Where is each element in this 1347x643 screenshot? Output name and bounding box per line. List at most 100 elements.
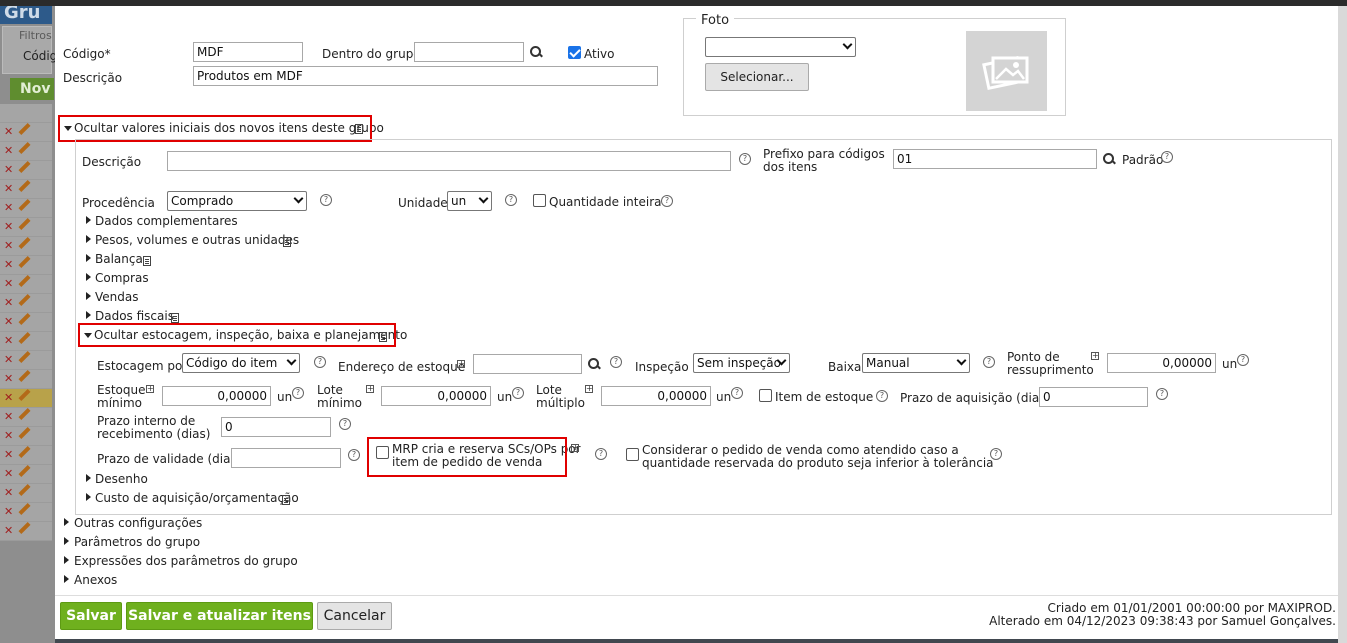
expand-icon[interactable]: +	[1091, 352, 1099, 360]
help-icon[interactable]: ?	[512, 387, 524, 399]
prefixo-input[interactable]	[893, 149, 1097, 169]
help-icon[interactable]: ?	[292, 387, 304, 399]
image-icon	[982, 55, 1029, 91]
inspecao-select[interactable]: Sem inspeção	[693, 353, 790, 373]
help-icon[interactable]: ?	[990, 448, 1002, 460]
highlight-box	[78, 323, 396, 347]
highlight-box	[367, 437, 567, 477]
help-icon[interactable]: ?	[339, 418, 351, 430]
dentro-grupo-label: Dentro do grupo	[322, 47, 421, 61]
foto-select[interactable]	[705, 37, 856, 57]
descricao-input[interactable]	[193, 66, 658, 86]
ativo-label: Ativo	[584, 47, 615, 61]
table-row: ✕	[0, 160, 52, 180]
help-icon[interactable]: ?	[1156, 388, 1168, 400]
table-row: ✕	[0, 217, 52, 237]
group-dialog: Código* Dentro do grupo Ativo Descrição …	[55, 6, 1338, 639]
subsection-pesos[interactable]: Pesos, volumes e outras unidades	[95, 233, 299, 247]
estoque-min-input[interactable]	[162, 386, 271, 406]
select-photo-button[interactable]: Selecionar...	[705, 63, 809, 91]
expand-triangle-icon	[86, 311, 91, 319]
section-outras-configuracoes[interactable]: Outras configurações	[74, 516, 202, 530]
filters-label: Filtros	[19, 29, 52, 42]
table-row: ✕	[0, 141, 52, 161]
help-icon[interactable]: ?	[983, 356, 995, 368]
subsection-compras[interactable]: Compras	[95, 271, 149, 285]
item-estoque-checkbox[interactable]	[759, 389, 772, 402]
background-filters: Filtros Códig	[2, 26, 57, 74]
new-button[interactable]: Nov	[10, 78, 54, 100]
expand-triangle-icon	[64, 556, 69, 564]
prazo-validade-input[interactable]	[231, 448, 341, 468]
expand-triangle-icon	[86, 292, 91, 300]
notes-icon	[143, 256, 151, 266]
help-icon[interactable]: ?	[505, 194, 517, 206]
subsection-desenho[interactable]: Desenho	[95, 472, 148, 486]
help-icon[interactable]: ?	[1237, 354, 1249, 366]
help-icon[interactable]: ?	[314, 356, 326, 368]
expand-triangle-icon	[86, 493, 91, 501]
endereco-input[interactable]	[473, 354, 582, 374]
help-icon[interactable]: ?	[595, 448, 607, 460]
help-icon[interactable]: ?	[731, 387, 743, 399]
save-update-button[interactable]: Salvar e atualizar itens	[126, 602, 313, 630]
prazo-aquisicao-input[interactable]	[1039, 387, 1148, 407]
prefixo-label: Prefixo para códigos dos itens	[763, 147, 885, 174]
ativo-checkbox[interactable]	[568, 46, 581, 59]
help-icon[interactable]: ?	[320, 194, 332, 206]
lote-mult-input[interactable]	[601, 386, 711, 406]
help-icon[interactable]: ?	[348, 449, 360, 461]
quantidade-inteira-checkbox[interactable]	[533, 194, 546, 207]
search-icon[interactable]	[1103, 153, 1115, 165]
expand-icon[interactable]: +	[457, 360, 465, 368]
table-row: ✕	[0, 255, 52, 275]
expand-icon[interactable]: +	[146, 385, 154, 393]
dentro-grupo-input[interactable]	[414, 42, 524, 62]
table-row: ✕	[0, 388, 52, 408]
lote-min-input[interactable]	[381, 386, 491, 406]
expand-icon[interactable]: +	[366, 385, 374, 393]
cancel-button[interactable]: Cancelar	[317, 602, 392, 630]
subsection-dados-complementares[interactable]: Dados complementares	[95, 214, 238, 228]
expand-icon[interactable]: +	[571, 444, 579, 452]
table-row: ✕	[0, 502, 52, 522]
codigo-input[interactable]	[193, 42, 303, 62]
ponto-input[interactable]	[1107, 353, 1216, 373]
search-icon[interactable]	[588, 358, 600, 370]
help-icon[interactable]: ?	[610, 356, 622, 368]
unidade-select[interactable]: un	[447, 191, 492, 211]
subsection-dados-fiscais[interactable]: Dados fiscais	[95, 309, 174, 323]
prazo-interno-input[interactable]	[221, 417, 331, 437]
table-row: ✕	[0, 274, 52, 294]
subsection-balanca[interactable]: Balança	[95, 252, 143, 266]
procedencia-select[interactable]: Comprado	[167, 191, 307, 211]
initial-descricao-label: Descrição	[82, 155, 142, 169]
section-parametros[interactable]: Parâmetros do grupo	[74, 535, 200, 549]
baixa-select[interactable]: Manual	[862, 353, 970, 373]
help-icon[interactable]: ?	[661, 195, 673, 207]
table-row: ✕	[0, 350, 52, 370]
table-row: ✕	[0, 236, 52, 256]
initial-descricao-input[interactable]	[167, 151, 731, 171]
help-icon[interactable]: ?	[1161, 151, 1173, 163]
unit-label: un	[1222, 357, 1238, 371]
subsection-vendas[interactable]: Vendas	[95, 290, 139, 304]
section-expressoes[interactable]: Expressões dos parâmetros do grupo	[74, 554, 298, 568]
save-button[interactable]: Salvar	[60, 602, 122, 630]
considerar-checkbox[interactable]	[626, 448, 639, 461]
expand-triangle-icon	[86, 216, 91, 224]
estocagem-por-select[interactable]: Código do item	[182, 353, 300, 373]
expand-triangle-icon	[86, 474, 91, 482]
estoque-min-label: Estoque mínimo	[97, 383, 146, 410]
section-anexos[interactable]: Anexos	[74, 573, 117, 587]
subsection-custo[interactable]: Custo de aquisição/orçamentação	[95, 491, 299, 505]
search-icon[interactable]	[530, 46, 542, 58]
table-row: ✕	[0, 521, 52, 541]
expand-icon[interactable]: +	[585, 385, 593, 393]
help-icon[interactable]: ?	[876, 390, 888, 402]
help-icon[interactable]: ?	[739, 153, 751, 165]
estocagem-por-label: Estocagem por	[97, 359, 188, 373]
altered-info: Alterado em 04/12/2023 09:38:43 por Samu…	[989, 614, 1336, 628]
table-row: ✕	[0, 179, 52, 199]
table-row: ✕	[0, 445, 52, 465]
